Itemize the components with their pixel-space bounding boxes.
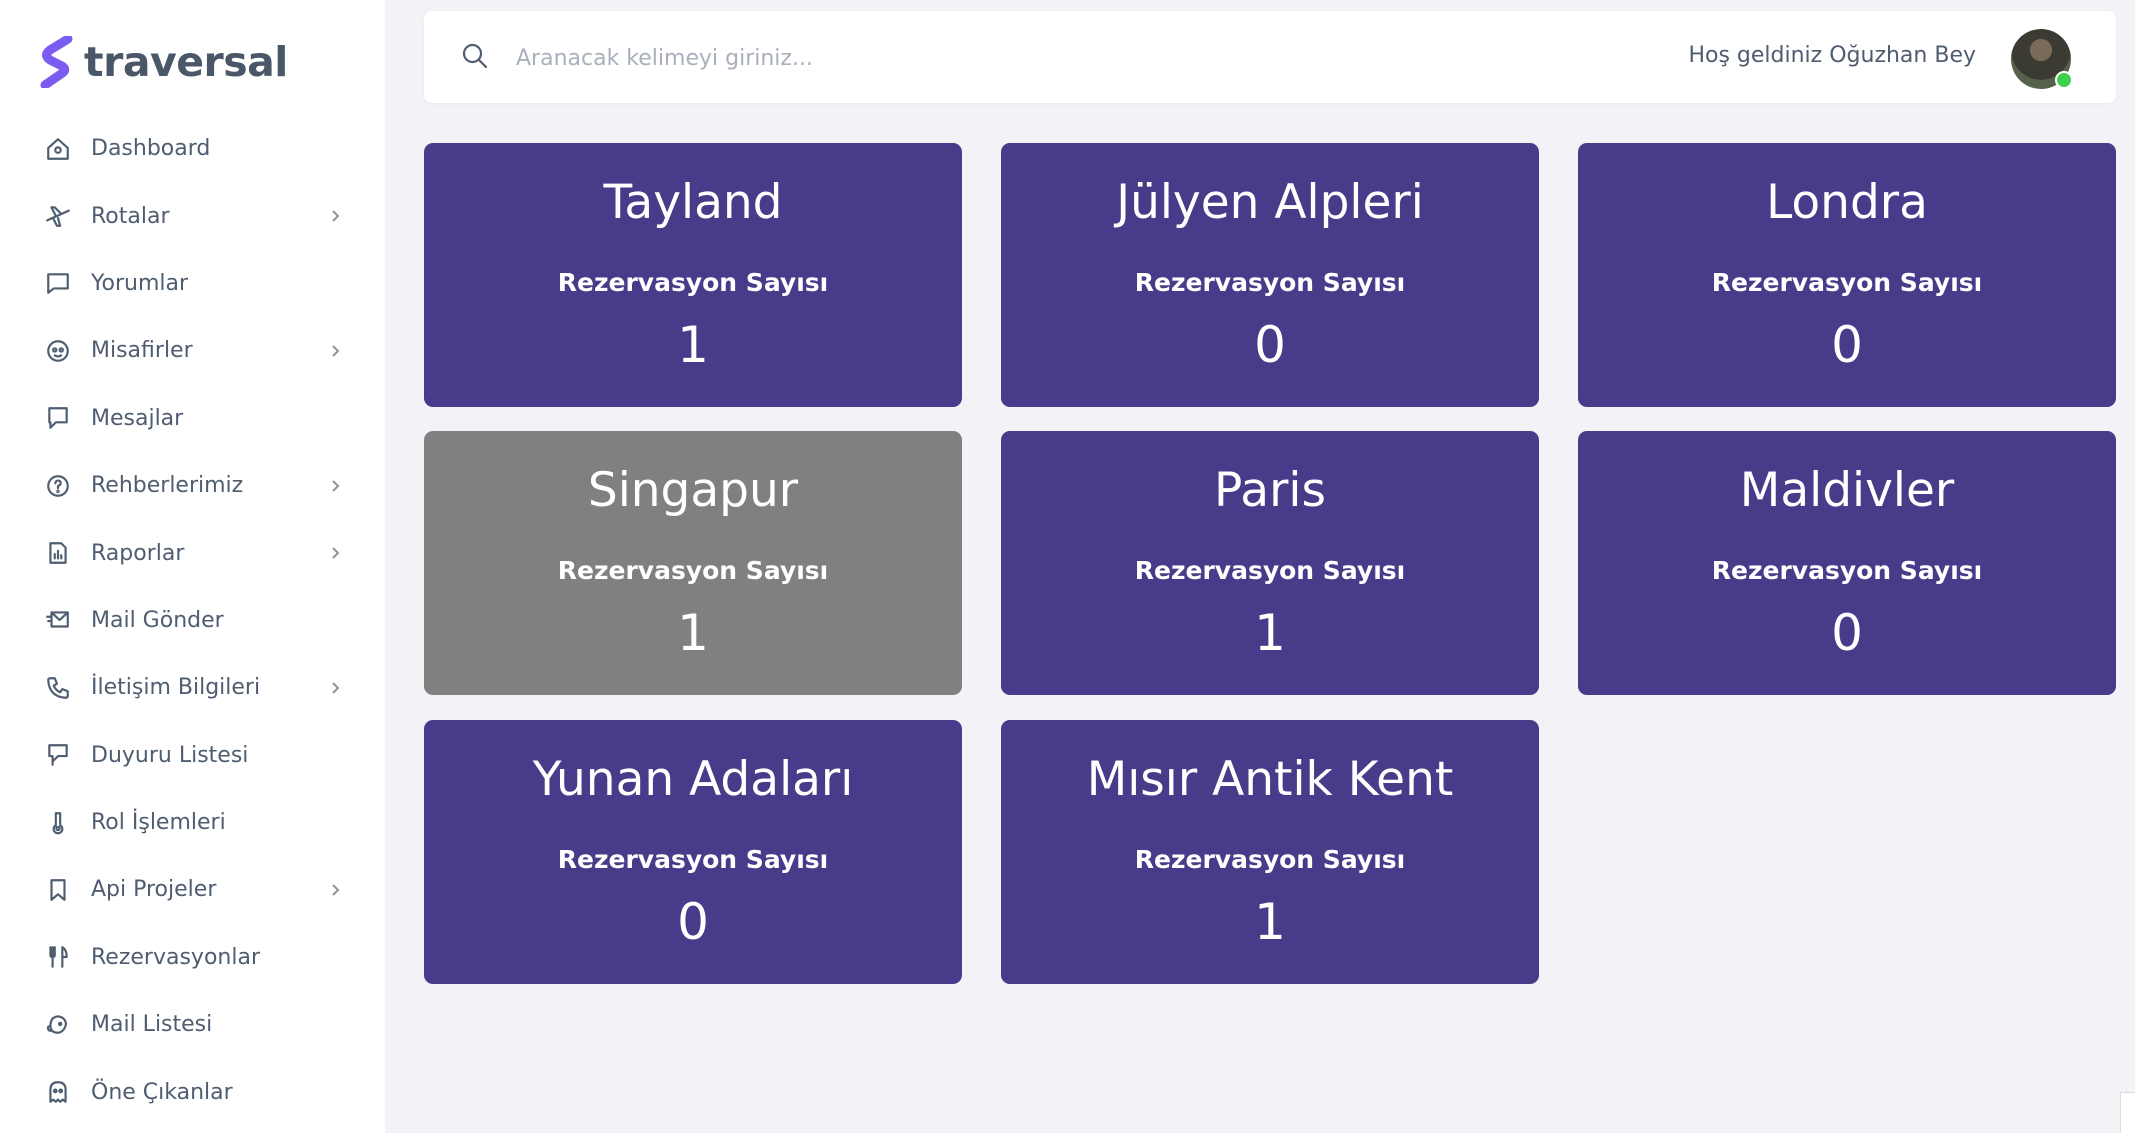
card-title: Singapur [587,463,799,518]
brand-name: traversal [84,38,288,86]
cutlery-icon [44,943,72,971]
home-icon [44,135,72,163]
reservation-count: 0 [1831,604,1863,662]
card-title: Londra [1766,175,1928,230]
sidebar-item-duyuru-listesi[interactable]: Duyuru Listesi [0,722,385,789]
sidebar-item-label: Raporlar [91,540,185,566]
reservation-count: 0 [1831,316,1863,374]
thermometer-key-icon [44,809,72,837]
sidebar-item-mesajlar[interactable]: Mesajlar [0,385,385,452]
report-icon [44,539,72,567]
sidebar-item-raporlar[interactable]: Raporlar [0,519,385,586]
reservation-count: 1 [1254,893,1286,951]
reservation-count: 1 [1254,604,1286,662]
sidebar-item-label: Dashboard [91,136,211,162]
sidebar-item-api-projeler[interactable]: Api Projeler [0,856,385,923]
destination-card[interactable]: Tayland Rezervasyon Sayısı 1 [424,143,962,407]
card-subtitle: Rezervasyon Sayısı [1134,845,1406,874]
card-title: Jülyen Alpleri [1116,175,1424,230]
sidebar-item-label: Öne Çıkanlar [91,1079,233,1105]
sidebar-item-rehberlerimiz[interactable]: Rehberlerimiz [0,452,385,519]
sidebar-item-iletisim-bilgileri[interactable]: İletişim Bilgileri [0,654,385,721]
chevron-right-icon [327,882,343,898]
reservation-count: 0 [677,893,709,951]
sidebar-item-label: Yorumlar [91,270,189,296]
reservation-count: 1 [677,316,709,374]
sidebar-item-rotalar[interactable]: Rotalar [0,182,385,249]
destination-card[interactable]: Mısır Antik Kent Rezervasyon Sayısı 1 [1001,720,1539,984]
sidebar: traversal Dashboard Rotalar Yorumlar Mis… [0,0,385,1133]
card-subtitle: Rezervasyon Sayısı [557,556,829,585]
phone-icon [44,674,72,702]
chevron-right-icon [327,208,343,224]
avatar[interactable] [2011,29,2073,89]
sidebar-item-label: Rol İşlemleri [91,810,226,836]
destination-card[interactable]: Singapur Rezervasyon Sayısı 1 [424,431,962,695]
search-input[interactable] [514,37,1418,79]
sidebar-item-mail-listesi[interactable]: Mail Listesi [0,991,385,1058]
chevron-right-icon [327,478,343,494]
reservation-count: 0 [1254,316,1286,374]
announcement-icon [44,741,72,769]
card-title: Tayland [603,175,783,230]
card-subtitle: Rezervasyon Sayısı [557,845,829,874]
ghost-icon [44,1078,72,1106]
top-bar: Hoş geldiniz Oğuzhan Bey [424,11,2116,103]
card-title: Maldivler [1739,463,1955,518]
destination-card[interactable]: Paris Rezervasyon Sayısı 1 [1001,431,1539,695]
bookmark-icon [44,876,72,904]
search-icon[interactable] [460,41,490,71]
airplane-icon [44,202,72,230]
destination-card[interactable]: Yunan Adaları Rezervasyon Sayısı 0 [424,720,962,984]
destination-card[interactable]: Jülyen Alpleri Rezervasyon Sayısı 0 [1001,143,1539,407]
sidebar-item-label: Rotalar [91,203,170,229]
sidebar-item-label: Duyuru Listesi [91,742,249,768]
sidebar-item-yorumlar[interactable]: Yorumlar [0,250,385,317]
brand-s-icon [40,36,73,88]
welcome-text: Hoş geldiniz Oğuzhan Bey [1688,43,1976,68]
help-circle-icon [44,472,72,500]
card-subtitle: Rezervasyon Sayısı [1134,556,1406,585]
destination-card[interactable]: Londra Rezervasyon Sayısı 0 [1578,143,2116,407]
sidebar-item-one-cikanlar[interactable]: Öne Çıkanlar [0,1058,385,1125]
sidebar-item-rol-islemleri[interactable]: Rol İşlemleri [0,789,385,856]
sidebar-item-label: Mesajlar [91,405,184,431]
sidebar-item-label: Misafirler [91,338,193,364]
chevron-right-icon [327,680,343,696]
sidebar-nav: Dashboard Rotalar Yorumlar Misafirler Me… [0,115,385,1126]
comment-icon [44,269,72,297]
card-subtitle: Rezervasyon Sayısı [1711,556,1983,585]
card-title: Mısır Antik Kent [1086,752,1454,807]
sidebar-item-label: Mail Listesi [91,1012,213,1038]
sidebar-item-label: Rehberlerimiz [91,473,244,499]
card-subtitle: Rezervasyon Sayısı [1134,268,1406,297]
mail-send-icon [44,606,72,634]
brand-logo[interactable]: traversal [40,36,288,88]
chevron-right-icon [327,545,343,561]
sidebar-item-mail-gonder[interactable]: Mail Gönder [0,587,385,654]
chevron-right-icon [327,343,343,359]
card-title: Yunan Adaları [532,752,854,807]
destination-card[interactable]: Maldivler Rezervasyon Sayısı 0 [1578,431,2116,695]
sidebar-item-label: Api Projeler [91,877,217,903]
message-icon [44,404,72,432]
sidebar-item-dashboard[interactable]: Dashboard [0,115,385,182]
sidebar-item-label: Rezervasyonlar [91,944,260,970]
card-subtitle: Rezervasyon Sayısı [1711,268,1983,297]
sidebar-item-misafirler[interactable]: Misafirler [0,317,385,384]
sidebar-item-label: İletişim Bilgileri [91,675,261,701]
face-icon [44,337,72,365]
sidebar-item-rezervasyonlar[interactable]: Rezervasyonlar [0,924,385,991]
online-status-indicator [2055,71,2073,89]
card-subtitle: Rezervasyon Sayısı [557,268,829,297]
scrollbar-corner[interactable] [2120,1092,2135,1133]
card-title: Paris [1214,463,1326,518]
mailchimp-icon [44,1011,72,1039]
sidebar-item-label: Mail Gönder [91,607,224,633]
reservation-count: 1 [677,604,709,662]
